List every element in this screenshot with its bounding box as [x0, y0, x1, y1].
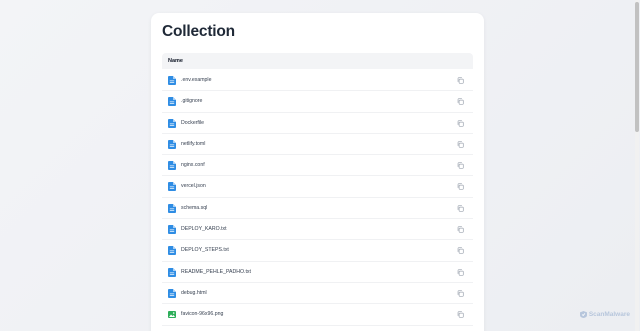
watermark-text: ScanMalware	[588, 311, 630, 318]
file-row[interactable]: debug.html	[162, 283, 473, 305]
document-icon	[168, 76, 176, 85]
file-name[interactable]: DEPLOY_KARO.txt	[181, 226, 227, 233]
table-header: Name	[162, 53, 473, 69]
collection-card: Collection Name .env.example .gitignore Do…	[151, 13, 484, 331]
file-row[interactable]: schema.sql	[162, 198, 473, 220]
file-name[interactable]: README_PEHLE_PADHO.txt	[181, 269, 251, 276]
column-header-name: Name	[168, 58, 183, 64]
page-scrollbar[interactable]	[635, 0, 639, 331]
document-icon	[168, 118, 176, 128]
file-row[interactable]: vercel.json	[162, 176, 473, 198]
document-icon	[168, 246, 176, 256]
copy-icon[interactable]	[457, 226, 464, 233]
copy-icon[interactable]	[457, 77, 464, 84]
document-icon	[168, 203, 176, 213]
file-name[interactable]: favicon-96x96.png	[181, 311, 223, 318]
document-icon	[168, 97, 176, 107]
file-name[interactable]: DEPLOY_STEPS.txt	[181, 247, 229, 254]
file-name[interactable]: vercel.json	[181, 183, 206, 190]
file-name[interactable]: nginx.conf	[181, 162, 205, 169]
file-row[interactable]: Dockerfile	[162, 113, 473, 134]
file-name[interactable]: debug.html	[181, 290, 207, 297]
watermark: ScanMalware	[579, 311, 630, 318]
document-icon	[168, 139, 176, 149]
copy-icon[interactable]	[457, 119, 464, 127]
image-icon	[168, 311, 176, 319]
document-icon	[168, 182, 176, 192]
file-row[interactable]: DEPLOY_STEPS.txt	[162, 240, 473, 262]
page-title: Collection	[162, 23, 235, 40]
file-row[interactable]: netlify.toml	[162, 134, 473, 156]
scrollbar-thumb[interactable]	[635, 2, 639, 132]
scanmalware-logo-icon	[579, 311, 587, 318]
file-name[interactable]: schema.sql	[181, 205, 207, 212]
document-icon	[168, 267, 176, 277]
copy-icon[interactable]	[457, 141, 464, 148]
copy-icon[interactable]	[457, 98, 464, 105]
copy-icon[interactable]	[457, 247, 464, 255]
copy-icon[interactable]	[457, 311, 464, 318]
document-icon	[168, 288, 176, 298]
copy-icon[interactable]	[457, 290, 464, 297]
file-row[interactable]: .gitignore	[162, 91, 473, 113]
copy-icon[interactable]	[457, 269, 464, 276]
file-list: .env.example .gitignore Dockerfile netlify.…	[162, 70, 473, 326]
file-row[interactable]: .env.example	[162, 70, 473, 92]
copy-icon[interactable]	[457, 183, 464, 191]
copy-icon[interactable]	[457, 205, 464, 212]
file-name[interactable]: .gitignore	[181, 98, 202, 105]
file-row[interactable]: README_PEHLE_PADHO.txt	[162, 262, 473, 283]
document-icon	[168, 161, 176, 171]
document-icon	[168, 225, 176, 235]
file-row[interactable]: nginx.conf	[162, 155, 473, 177]
file-row[interactable]: DEPLOY_KARO.txt	[162, 219, 473, 241]
file-name[interactable]: .env.example	[181, 77, 211, 84]
file-row[interactable]: favicon-96x96.png	[162, 304, 473, 326]
file-name[interactable]: netlify.toml	[181, 141, 205, 148]
file-name[interactable]: Dockerfile	[181, 120, 204, 127]
copy-icon[interactable]	[457, 162, 464, 169]
